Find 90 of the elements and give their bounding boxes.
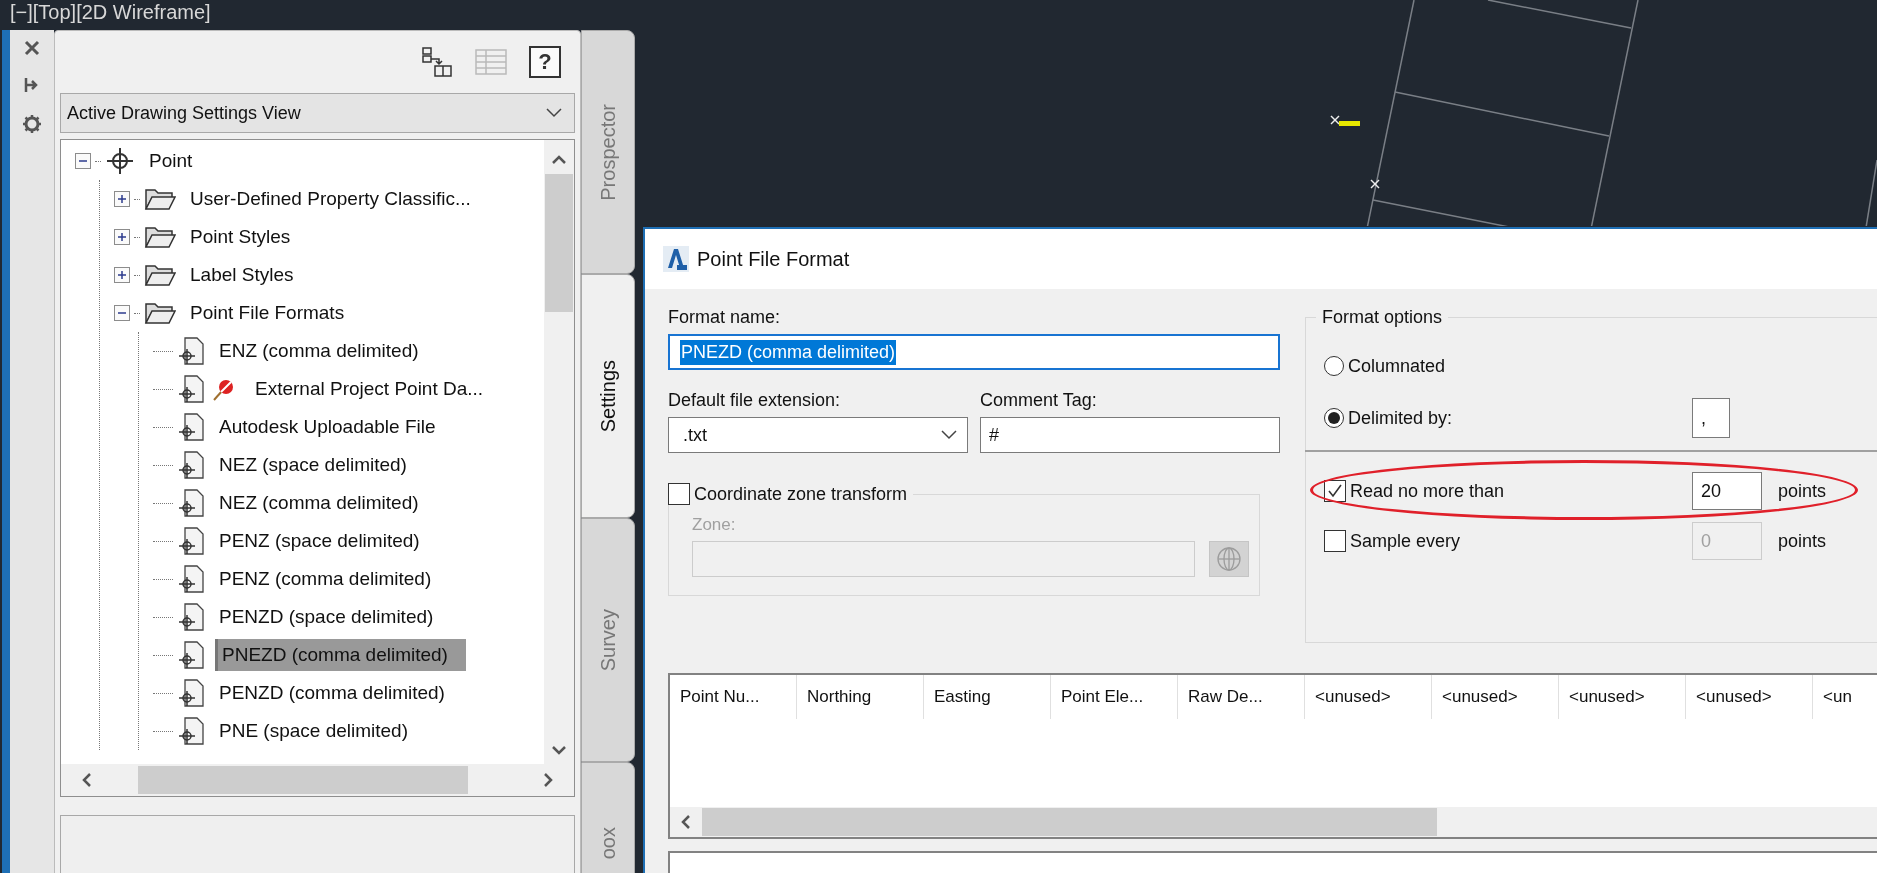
crosshair-icon xyxy=(105,146,135,176)
document-icon xyxy=(177,412,205,442)
count-field[interactable]: 20 xyxy=(1692,472,1762,510)
tree-item[interactable]: User-Defined Property Classific... xyxy=(186,183,475,215)
comment-tag-field[interactable]: # xyxy=(980,417,1280,453)
tree-item[interactable]: Point File Formats xyxy=(186,297,349,329)
column-header[interactable]: <un xyxy=(1813,675,1877,719)
unit-label: points xyxy=(1778,480,1827,502)
zone-label: Zone: xyxy=(692,515,737,535)
tree-item[interactable]: External Project Point Da... xyxy=(251,373,488,405)
column-header[interactable]: Point Nu... xyxy=(670,675,797,719)
column-header[interactable]: Point Ele... xyxy=(1051,675,1178,719)
tree-item[interactable]: Autodesk Uploadable File xyxy=(215,411,440,443)
checkbox-label[interactable]: Sample every xyxy=(1350,530,1461,552)
document-icon xyxy=(177,602,205,632)
tree-item[interactable]: Point Styles xyxy=(186,221,295,253)
folder-icon xyxy=(144,225,176,249)
scrollbar-thumb[interactable] xyxy=(702,808,1437,836)
document-icon xyxy=(177,374,205,404)
expand-toggle[interactable] xyxy=(114,229,130,245)
scrollbar-thumb[interactable] xyxy=(545,174,573,312)
extension-dropdown[interactable]: .txt xyxy=(668,417,968,453)
tree-item[interactable]: Point xyxy=(145,145,197,177)
unit-label: points xyxy=(1778,530,1827,552)
auto-hide-icon[interactable] xyxy=(24,76,40,94)
tree-item[interactable]: PNE (space delimited) xyxy=(215,715,413,747)
document-icon xyxy=(177,450,205,480)
document-icon xyxy=(177,336,205,366)
document-icon xyxy=(177,564,205,594)
chevron-left-icon[interactable] xyxy=(81,773,91,787)
tree-item[interactable]: NEZ (comma delimited) xyxy=(215,487,423,519)
delimiter-field[interactable]: , xyxy=(1692,398,1730,438)
column-header[interactable]: Northing xyxy=(797,675,924,719)
tree-item[interactable]: PENZ (comma delimited) xyxy=(215,563,436,595)
field-label: Comment Tag: xyxy=(980,390,1098,411)
checkbox-label[interactable]: Coordinate zone transform xyxy=(694,483,908,505)
document-icon xyxy=(177,678,205,708)
radio-label[interactable]: Delimited by: xyxy=(1348,407,1453,429)
document-icon xyxy=(177,640,205,670)
tree-item[interactable]: ENZ (comma delimited) xyxy=(215,335,423,367)
column-header[interactable]: <unused> xyxy=(1686,675,1813,719)
column-header[interactable]: Easting xyxy=(924,675,1051,719)
checkbox[interactable] xyxy=(668,483,690,505)
tree-item[interactable]: PENZD (space delimited) xyxy=(215,601,438,633)
viewport-label[interactable]: [−][Top][2D Wireframe] xyxy=(10,1,211,24)
chevron-right-icon[interactable] xyxy=(544,773,554,787)
document-icon xyxy=(177,488,205,518)
radio-button[interactable] xyxy=(1324,356,1344,376)
radio-button[interactable] xyxy=(1324,408,1344,428)
chevron-down-icon xyxy=(941,430,957,440)
help-button[interactable]: ? xyxy=(529,46,561,78)
folder-icon xyxy=(144,263,176,287)
chevron-up-icon[interactable] xyxy=(552,154,566,164)
checkbox[interactable] xyxy=(1324,480,1346,502)
scrollbar-thumb[interactable] xyxy=(137,766,468,794)
tree-item[interactable]: PNEZD (comma delimited) xyxy=(215,639,466,671)
chevron-left-icon[interactable] xyxy=(680,815,690,829)
expand-toggle[interactable] xyxy=(75,153,91,169)
horizontal-scrollbar[interactable] xyxy=(670,807,1877,837)
format-name-field[interactable]: PNEZD (comma delimited) xyxy=(668,334,1280,370)
gear-icon[interactable] xyxy=(22,114,42,134)
column-header[interactable]: Raw De... xyxy=(1178,675,1305,719)
group-title: Format options xyxy=(1321,307,1444,328)
hierarchy-icon[interactable] xyxy=(421,46,453,78)
dialog-title: Point File Format xyxy=(697,247,850,271)
expand-toggle[interactable] xyxy=(114,191,130,207)
side-tab[interactable]: Settings xyxy=(581,274,635,518)
expand-toggle[interactable] xyxy=(114,305,130,321)
view-dropdown[interactable]: Active Drawing Settings View xyxy=(60,93,575,133)
checkbox-label[interactable]: Read no more than xyxy=(1350,480,1505,502)
column-header[interactable]: <unused> xyxy=(1432,675,1559,719)
checkbox[interactable] xyxy=(1324,530,1346,552)
column-header[interactable]: <unused> xyxy=(1559,675,1686,719)
folder-icon xyxy=(144,187,176,211)
field-label: Default file extension: xyxy=(668,390,842,411)
app-icon xyxy=(663,246,689,272)
chevron-down-icon xyxy=(546,108,562,118)
folder-icon xyxy=(144,301,176,325)
tree-item[interactable]: PENZD (comma delimited) xyxy=(215,677,449,709)
document-icon xyxy=(177,526,205,556)
field-label: Format name: xyxy=(668,307,782,328)
tree-item[interactable]: NEZ (space delimited) xyxy=(215,449,411,481)
chevron-down-icon[interactable] xyxy=(552,746,566,756)
tree-item[interactable]: Label Styles xyxy=(186,259,298,291)
tree-item[interactable]: PENZ (space delimited) xyxy=(215,525,424,557)
expand-toggle[interactable] xyxy=(114,267,130,283)
document-icon xyxy=(177,716,205,746)
radio-label[interactable]: Columnated xyxy=(1348,355,1446,377)
column-header[interactable]: <unused> xyxy=(1305,675,1432,719)
close-icon[interactable] xyxy=(24,40,40,56)
